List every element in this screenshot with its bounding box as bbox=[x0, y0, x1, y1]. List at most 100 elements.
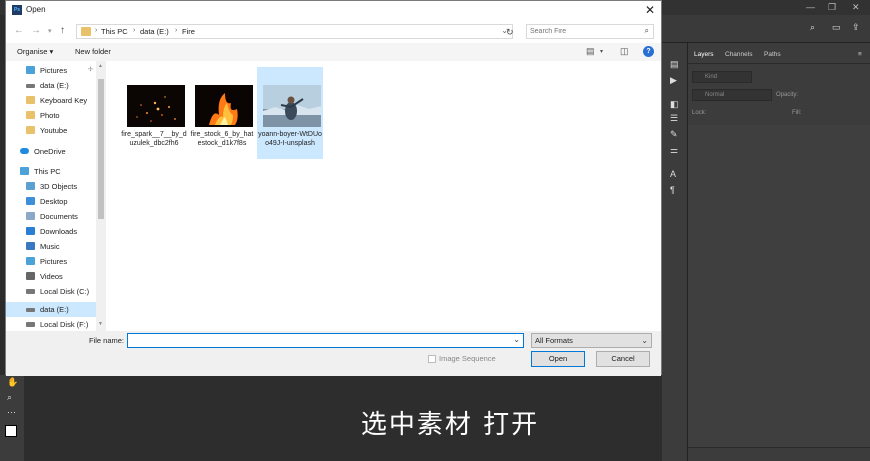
lock-label: Lock: bbox=[692, 110, 707, 116]
navigation-bar: ← → ▾ ↑ › This PC › data (E:) › Fire ⌄ ↻… bbox=[6, 21, 661, 41]
tools-panel: ✋ ⌕ ⋯ bbox=[0, 375, 24, 461]
nav-item-pictures-quick[interactable]: Pictures ✢ bbox=[14, 63, 104, 78]
nav-item-data-e-quick[interactable]: data (E:) bbox=[14, 78, 104, 93]
tab-layers[interactable]: Layers bbox=[694, 51, 714, 58]
layers-list bbox=[688, 125, 870, 447]
downloads-icon bbox=[26, 227, 35, 235]
image-sequence-checkbox[interactable]: Image Sequence bbox=[428, 354, 496, 364]
address-bar[interactable]: › This PC › data (E:) › Fire ⌄ bbox=[76, 24, 513, 39]
file-tile-selected[interactable]: yoann-boyer-WtDUoo49J-I-unsplash bbox=[257, 67, 323, 159]
nav-item-youtube[interactable]: Youtube bbox=[14, 123, 104, 138]
cancel-button[interactable]: Cancel bbox=[596, 351, 650, 367]
onedrive-icon bbox=[20, 148, 29, 154]
disk-icon bbox=[26, 322, 35, 327]
refresh-icon[interactable]: ↻ bbox=[506, 27, 514, 38]
nav-item-videos[interactable]: Videos bbox=[14, 269, 104, 284]
scrollbar-thumb[interactable] bbox=[98, 79, 104, 219]
file-name-label: File name: bbox=[89, 336, 125, 345]
3d-objects-icon bbox=[26, 182, 35, 190]
preview-pane-icon[interactable]: ◫ bbox=[620, 46, 629, 57]
search-input[interactable] bbox=[530, 25, 640, 37]
search-icon[interactable]: ⌕ bbox=[810, 22, 815, 33]
chevron-right-icon[interactable]: › bbox=[133, 27, 135, 34]
command-bar: Organise ▾ New folder ▤ ▾ ◫ ? bbox=[6, 43, 661, 61]
scroll-down-icon[interactable]: ▼ bbox=[98, 321, 103, 327]
layer-filter-kind[interactable]: Kind bbox=[692, 71, 752, 83]
workspace-icon[interactable]: ▭ bbox=[832, 22, 841, 33]
minimize-icon[interactable]: — bbox=[806, 2, 815, 12]
pc-icon bbox=[20, 167, 29, 175]
tab-channels[interactable]: Channels bbox=[725, 51, 752, 58]
photoshop-options-bar: ⌕ ▭ ⇪ bbox=[662, 15, 870, 43]
format-select[interactable]: All Formats ⌄ bbox=[531, 333, 652, 348]
search-box[interactable]: ⌕ bbox=[526, 24, 654, 39]
recent-locations-icon[interactable]: ▾ bbox=[48, 27, 52, 35]
pictures-icon bbox=[26, 66, 35, 74]
opacity-label: Opacity: bbox=[776, 92, 799, 98]
open-button[interactable]: Open bbox=[531, 351, 585, 367]
nav-item-photo[interactable]: Photo bbox=[14, 108, 104, 123]
fire-stock-thumbnail bbox=[195, 85, 253, 127]
back-icon[interactable]: ← bbox=[14, 25, 24, 36]
sliders-icon[interactable]: ⚌ bbox=[670, 145, 678, 156]
disk-icon bbox=[26, 289, 35, 294]
properties-icon[interactable]: ☰ bbox=[670, 113, 678, 124]
chevron-right-icon[interactable]: › bbox=[95, 27, 97, 34]
format-value: All Formats bbox=[535, 336, 573, 345]
pin-icon: ✢ bbox=[88, 67, 94, 73]
history-icon[interactable]: ▤ bbox=[670, 59, 679, 70]
nav-item-this-pc[interactable]: This PC bbox=[14, 164, 104, 179]
hand-tool-icon[interactable]: ✋ bbox=[7, 377, 18, 388]
nav-item-onedrive[interactable]: OneDrive bbox=[14, 144, 104, 159]
nav-item-data-e[interactable]: data (E:) bbox=[6, 302, 96, 317]
scroll-up-icon[interactable]: ▲ bbox=[98, 63, 103, 69]
nav-item-local-disk-f[interactable]: Local Disk (F:) bbox=[14, 317, 104, 331]
breadcrumb-this-pc[interactable]: This PC bbox=[101, 27, 128, 36]
photoshop-app-icon: Ps bbox=[12, 5, 22, 15]
file-name-input[interactable]: ⌄ bbox=[127, 333, 524, 348]
zoom-tool-icon[interactable]: ⌕ bbox=[7, 392, 12, 403]
tab-paths[interactable]: Paths bbox=[764, 51, 781, 58]
character-icon[interactable]: A bbox=[670, 169, 676, 179]
blend-mode-select[interactable]: Normal bbox=[692, 89, 772, 101]
nav-item-music[interactable]: Music bbox=[14, 239, 104, 254]
nav-item-downloads[interactable]: Downloads bbox=[14, 224, 104, 239]
nav-item-desktop[interactable]: Desktop bbox=[14, 194, 104, 209]
nav-pane-scrollbar[interactable]: ▲ ▼ bbox=[96, 61, 106, 331]
restore-icon[interactable]: ❐ bbox=[828, 2, 836, 13]
nav-item-local-disk-c[interactable]: Local Disk (C:) bbox=[14, 284, 104, 299]
file-tile[interactable]: fire_spark__7__by_duzulek_dbc2fh6 bbox=[121, 67, 187, 159]
file-list: fire_spark__7__by_duzulek_dbc2fh6 fire_s… bbox=[111, 61, 661, 331]
view-options-icon[interactable]: ▤ bbox=[586, 46, 595, 57]
organise-button[interactable]: Organise ▾ bbox=[17, 47, 53, 56]
file-tile[interactable]: fire_stock_6_by_hatestock_d1k7f8s bbox=[189, 67, 255, 159]
help-icon[interactable]: ? bbox=[643, 46, 654, 57]
file-name: fire_stock_6_by_hatestock_d1k7f8s bbox=[190, 131, 254, 147]
foreground-color-icon[interactable] bbox=[5, 425, 17, 437]
drive-icon bbox=[26, 84, 35, 88]
close-icon[interactable]: ✕ bbox=[645, 3, 655, 17]
brush-icon[interactable]: ✎ bbox=[670, 129, 678, 140]
breadcrumb-data-e[interactable]: data (E:) bbox=[140, 27, 169, 36]
breadcrumb-fire[interactable]: Fire bbox=[182, 27, 195, 36]
paragraph-icon[interactable]: ¶ bbox=[670, 185, 675, 195]
nav-item-pictures[interactable]: Pictures bbox=[14, 254, 104, 269]
nav-item-documents[interactable]: Documents bbox=[14, 209, 104, 224]
more-tools-icon[interactable]: ⋯ bbox=[7, 407, 16, 418]
nav-item-keyboard-key[interactable]: Keyboard Key bbox=[14, 93, 104, 108]
share-icon[interactable]: ⇪ bbox=[852, 22, 860, 33]
layers-panel: Layers Channels Paths ≡ Kind Normal Opac… bbox=[688, 43, 870, 461]
chevron-right-icon[interactable]: › bbox=[175, 27, 177, 34]
checkbox-icon[interactable] bbox=[428, 355, 436, 364]
forward-icon[interactable]: → bbox=[31, 25, 41, 36]
play-icon[interactable]: ▶ bbox=[670, 75, 677, 86]
new-folder-button[interactable]: New folder bbox=[75, 47, 111, 56]
videos-icon bbox=[26, 272, 35, 280]
nav-item-3d-objects[interactable]: 3D Objects bbox=[14, 179, 104, 194]
adjustments-icon[interactable]: ◧ bbox=[670, 99, 679, 110]
chevron-down-icon[interactable]: ⌄ bbox=[513, 335, 520, 344]
panel-menu-icon[interactable]: ≡ bbox=[858, 51, 862, 58]
chevron-down-icon[interactable]: ▾ bbox=[600, 48, 603, 55]
close-icon[interactable]: ✕ bbox=[852, 2, 860, 13]
up-folder-icon[interactable]: ↑ bbox=[60, 25, 65, 36]
